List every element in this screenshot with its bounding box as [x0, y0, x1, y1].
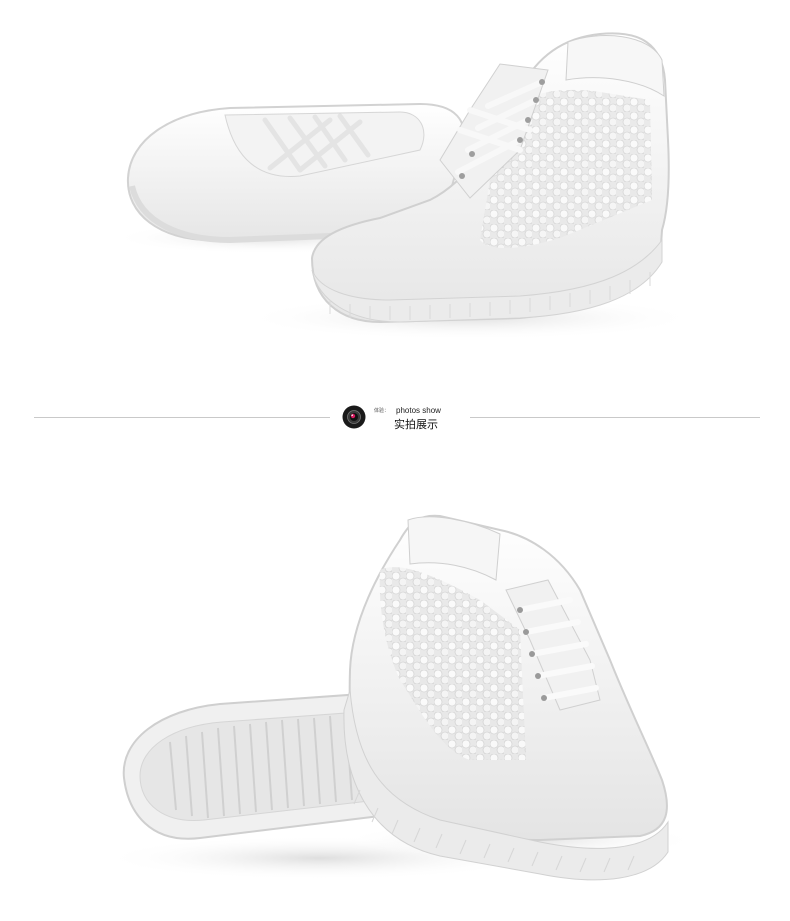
- divider-line-right: [470, 417, 760, 418]
- divider-line-left: [34, 417, 330, 418]
- divider-title: 实拍展示: [394, 419, 438, 431]
- camera-icon: [342, 405, 366, 429]
- product-photo-top: [0, 0, 790, 400]
- section-divider: 体验： photos show 实拍展示: [0, 396, 790, 440]
- sneaker-pair-top-illustration: [110, 32, 700, 340]
- sneaker-pair-bottom-illustration: [100, 514, 700, 881]
- divider-subtitle: photos show: [396, 406, 441, 415]
- divider-prefix: 体验：: [374, 408, 390, 414]
- product-photo-bottom: [0, 460, 790, 921]
